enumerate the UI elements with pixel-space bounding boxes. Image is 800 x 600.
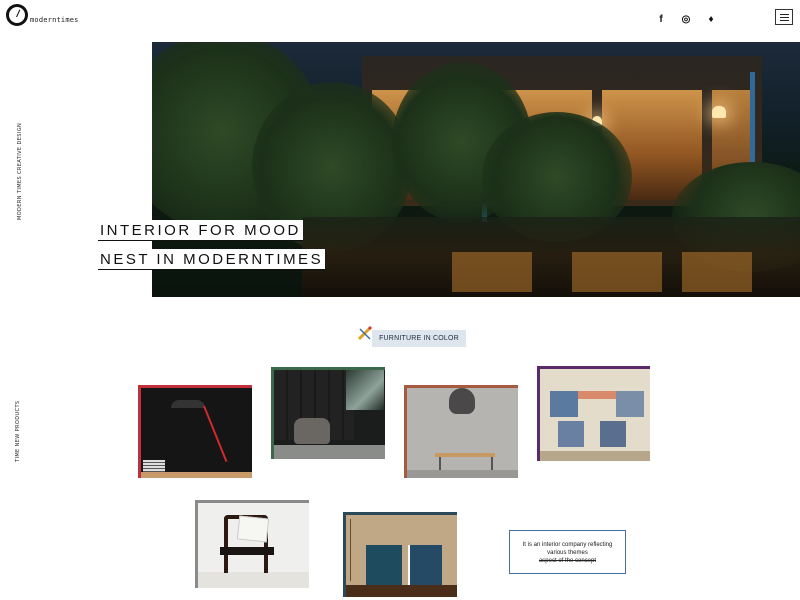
product-card-shelving[interactable] <box>537 366 650 461</box>
hero-line-2: NEST IN MODERNTIMES <box>98 249 326 270</box>
about-line-2: various themes <box>547 550 588 556</box>
facebook-icon[interactable]: f <box>656 13 666 27</box>
side-products-label: TIME NEW PRODUCTS <box>15 400 21 462</box>
brand-name: moderntimes <box>30 16 79 24</box>
about-text-box: It is an interior company reflecting var… <box>509 530 626 574</box>
instagram-icon[interactable]: ◎ <box>681 13 691 27</box>
menu-button[interactable] <box>775 9 793 25</box>
product-card-dining-table[interactable] <box>404 385 518 478</box>
hero-line-1: INTERIOR FOR MOOD <box>98 220 303 241</box>
about-line-1: It is an interior company reflecting <box>522 542 613 548</box>
brand-logo[interactable]: moderntimes <box>6 4 79 26</box>
hamburger-menu-icon <box>779 13 789 15</box>
product-card-lamp[interactable] <box>138 385 252 478</box>
pencil-icon <box>357 325 373 341</box>
social-links: f ◎ ♦ <box>656 13 716 27</box>
product-card-wood-chair[interactable] <box>195 500 309 588</box>
twitter-icon[interactable]: ♦ <box>706 13 716 27</box>
about-line-3: aspect of the concept <box>538 558 597 564</box>
side-tagline: MODERN TIMES CREATIVE DESIGN <box>17 122 23 220</box>
product-card-lounge-chair[interactable] <box>271 367 385 459</box>
section-label-furniture[interactable]: FURNITURE IN COLOR <box>372 330 466 347</box>
product-card-drawers[interactable] <box>343 512 457 597</box>
hero-headline: INTERIOR FOR MOOD NEST IN MODERNTIMES <box>98 220 326 270</box>
logo-mark-icon <box>6 4 28 26</box>
